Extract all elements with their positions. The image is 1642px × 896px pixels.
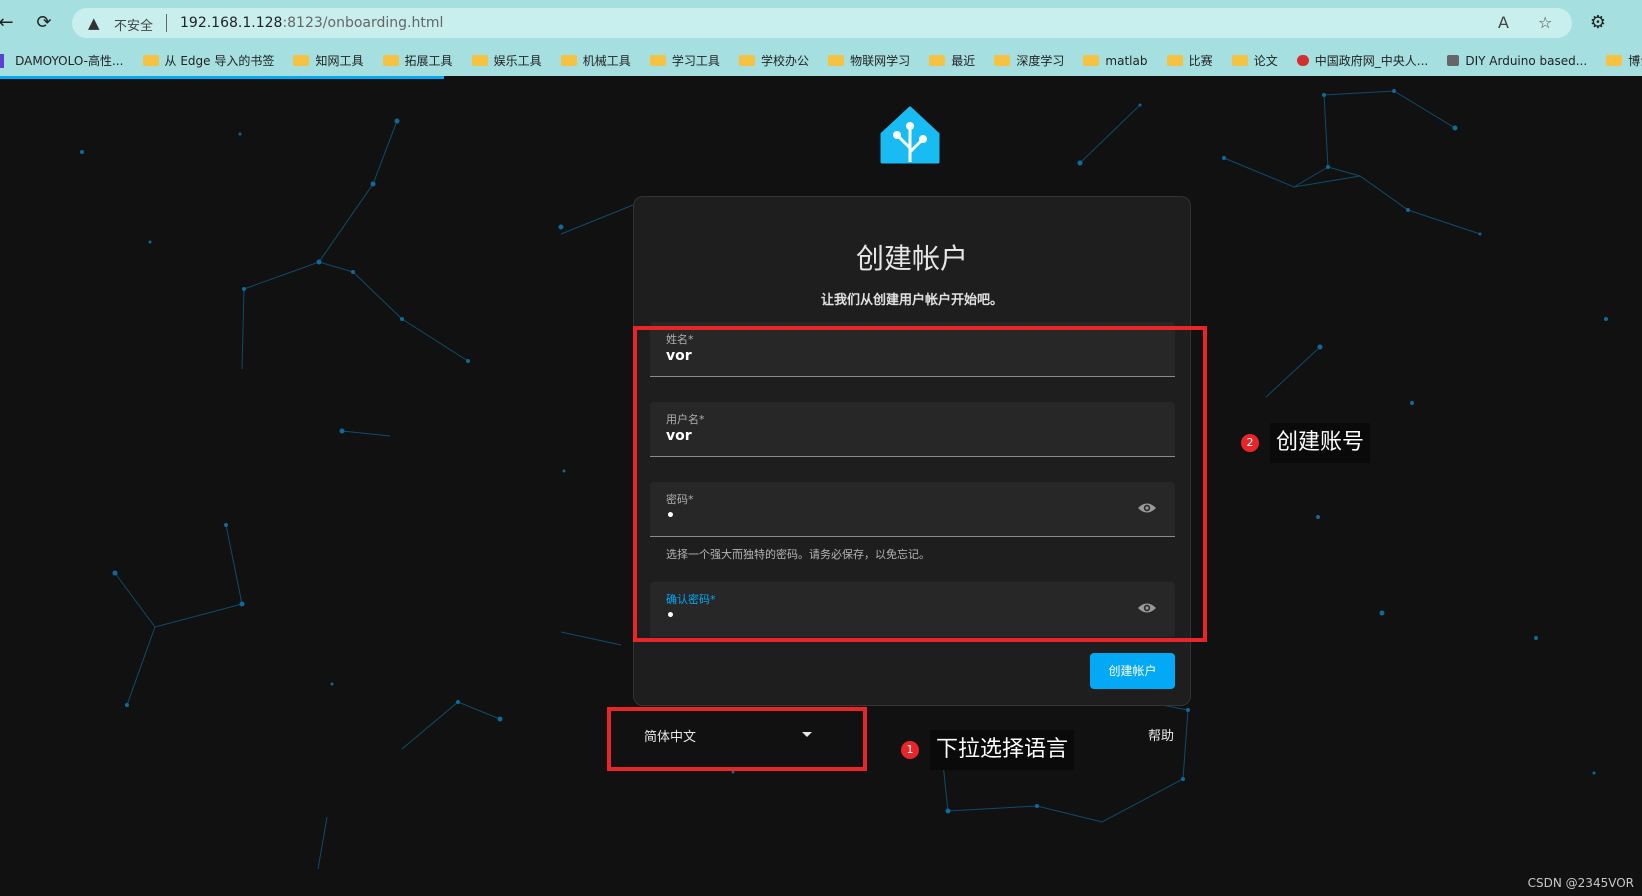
folder-icon xyxy=(382,55,399,66)
callout-badge-1: 1 xyxy=(901,741,919,759)
folder-icon xyxy=(994,55,1011,66)
bookmark-item[interactable]: 博士 xyxy=(1606,46,1642,76)
callout-select-language: 下拉选择语言 xyxy=(930,730,1075,770)
refresh-icon[interactable]: ⟳ xyxy=(30,9,58,37)
bookmark-item[interactable]: DIY Arduino based... xyxy=(1447,46,1587,76)
bookmark-item[interactable]: 中国政府网_中央人... xyxy=(1296,46,1428,76)
bookmark-item[interactable]: 最近 xyxy=(929,46,975,76)
help-link[interactable]: 帮助 xyxy=(1148,725,1174,744)
folder-icon xyxy=(142,55,159,66)
callout-badge-2: 2 xyxy=(1241,434,1259,452)
bookmark-item[interactable]: 机械工具 xyxy=(560,46,631,76)
back-icon[interactable]: ← xyxy=(0,9,20,37)
folder-icon xyxy=(828,55,845,66)
folder-icon xyxy=(560,55,577,66)
page-subtitle: 让我们从创建用户帐户开始吧。 xyxy=(820,293,1003,308)
folder-icon xyxy=(929,55,946,66)
bookmark-item[interactable]: 学习工具 xyxy=(649,46,720,76)
bookmark-item[interactable]: matlab xyxy=(1083,46,1147,76)
bookmark-item[interactable]: 从 Edge 导入的书签 xyxy=(142,46,274,76)
folder-icon xyxy=(649,55,666,66)
bookmark-item[interactable]: DAMOYOLO-高性... xyxy=(15,46,123,76)
bookmark-favicon xyxy=(0,54,4,68)
folder-icon xyxy=(1606,55,1623,66)
home-assistant-logo xyxy=(880,106,940,164)
bookmark-item[interactable]: 娱乐工具 xyxy=(471,46,542,76)
create-account-button[interactable]: 创建帐户 xyxy=(1090,653,1175,689)
url-text[interactable]: 192.168.1.128:8123/onboarding.html xyxy=(180,15,443,31)
favorite-star-icon[interactable]: ☆ xyxy=(1538,13,1552,32)
address-bar[interactable]: ▲ 不安全 192.168.1.128:8123/onboarding.html… xyxy=(72,8,1572,38)
folder-icon xyxy=(293,55,310,66)
page-title: 创建帐户 xyxy=(855,242,968,275)
folder-icon xyxy=(1166,55,1183,66)
watermark: CSDN @2345VOR xyxy=(1527,876,1634,890)
extensions-icon[interactable]: ⚙ xyxy=(1584,9,1612,37)
bookmark-item[interactable]: 学校办公 xyxy=(738,46,809,76)
gov-emblem-icon xyxy=(1296,55,1309,66)
site-favicon-icon xyxy=(1447,55,1460,66)
warning-icon[interactable]: ▲ xyxy=(88,14,100,32)
insecure-label[interactable]: 不安全 xyxy=(114,15,153,34)
bookmark-item[interactable]: 深度学习 xyxy=(994,46,1064,76)
folder-icon xyxy=(1231,55,1248,66)
url-divider xyxy=(166,14,167,32)
folder-icon xyxy=(1083,55,1100,66)
callout-create-account: 创建账号 xyxy=(1270,423,1371,463)
bookmarks-bar: DAMOYOLO-高性... 从 Edge 导入的书签 知网工具 拓展工具 娱乐… xyxy=(0,46,1642,76)
read-aloud-icon[interactable]: A xyxy=(1498,13,1509,32)
bookmark-item[interactable]: 论文 xyxy=(1231,46,1278,76)
highlight-box-language xyxy=(607,707,867,771)
browser-toolbar: ← ⟳ ▲ 不安全 192.168.1.128:8123/onboarding.… xyxy=(0,0,1642,46)
highlight-box-account-fields xyxy=(633,326,1207,642)
folder-icon xyxy=(738,55,755,66)
folder-icon xyxy=(471,55,488,66)
bookmark-item[interactable]: 拓展工具 xyxy=(382,46,453,76)
bookmark-item[interactable]: 知网工具 xyxy=(293,46,363,76)
bookmark-item[interactable]: 物联网学习 xyxy=(828,46,910,76)
bookmark-item[interactable]: 比赛 xyxy=(1166,46,1213,76)
